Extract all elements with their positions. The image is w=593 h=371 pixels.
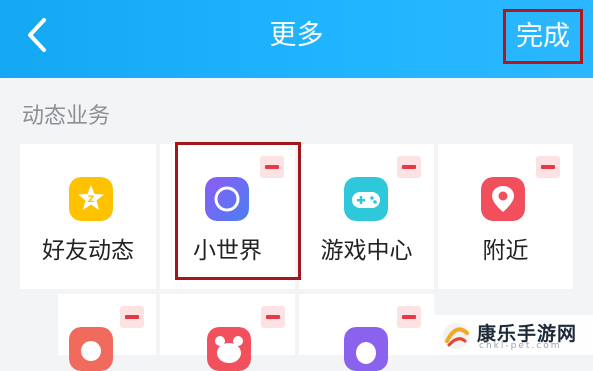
- section-title: 动态业务: [22, 104, 111, 129]
- svg-text:Z: Z: [88, 195, 95, 205]
- friends-feed-icon: Z: [69, 177, 113, 221]
- panda-icon: [207, 327, 251, 371]
- watermark-logo-icon: [443, 323, 469, 349]
- nearby-icon: [481, 177, 525, 221]
- top-bar: 更多 完成: [0, 0, 593, 78]
- done-button[interactable]: 完成: [503, 9, 583, 64]
- tile-friends-feed[interactable]: Z 好友动态: [20, 144, 156, 289]
- penguin-icon: [344, 327, 388, 371]
- highlight-frame: [175, 142, 301, 280]
- game-center-icon: [344, 177, 388, 221]
- tile-label: 附近: [482, 238, 529, 264]
- tile-row2-1[interactable]: [58, 294, 156, 371]
- remove-game-center-button[interactable]: [397, 156, 421, 178]
- watermark-url: chkl-pet.com: [479, 341, 562, 351]
- remove-button[interactable]: [120, 306, 144, 328]
- tile-nearby[interactable]: 附近: [438, 144, 573, 289]
- app-icon: [69, 327, 113, 371]
- tile-game-center[interactable]: 游戏中心: [299, 144, 434, 289]
- remove-button[interactable]: [397, 306, 421, 328]
- tile-label: 好友动态: [42, 238, 134, 264]
- watermark: 康乐手游网 chkl-pet.com: [433, 315, 593, 355]
- tile-row2-2[interactable]: [160, 294, 295, 371]
- remove-button[interactable]: [261, 306, 285, 328]
- remove-nearby-button[interactable]: [536, 156, 560, 178]
- tile-row2-3[interactable]: [299, 294, 434, 371]
- tile-label: 游戏中心: [320, 238, 413, 264]
